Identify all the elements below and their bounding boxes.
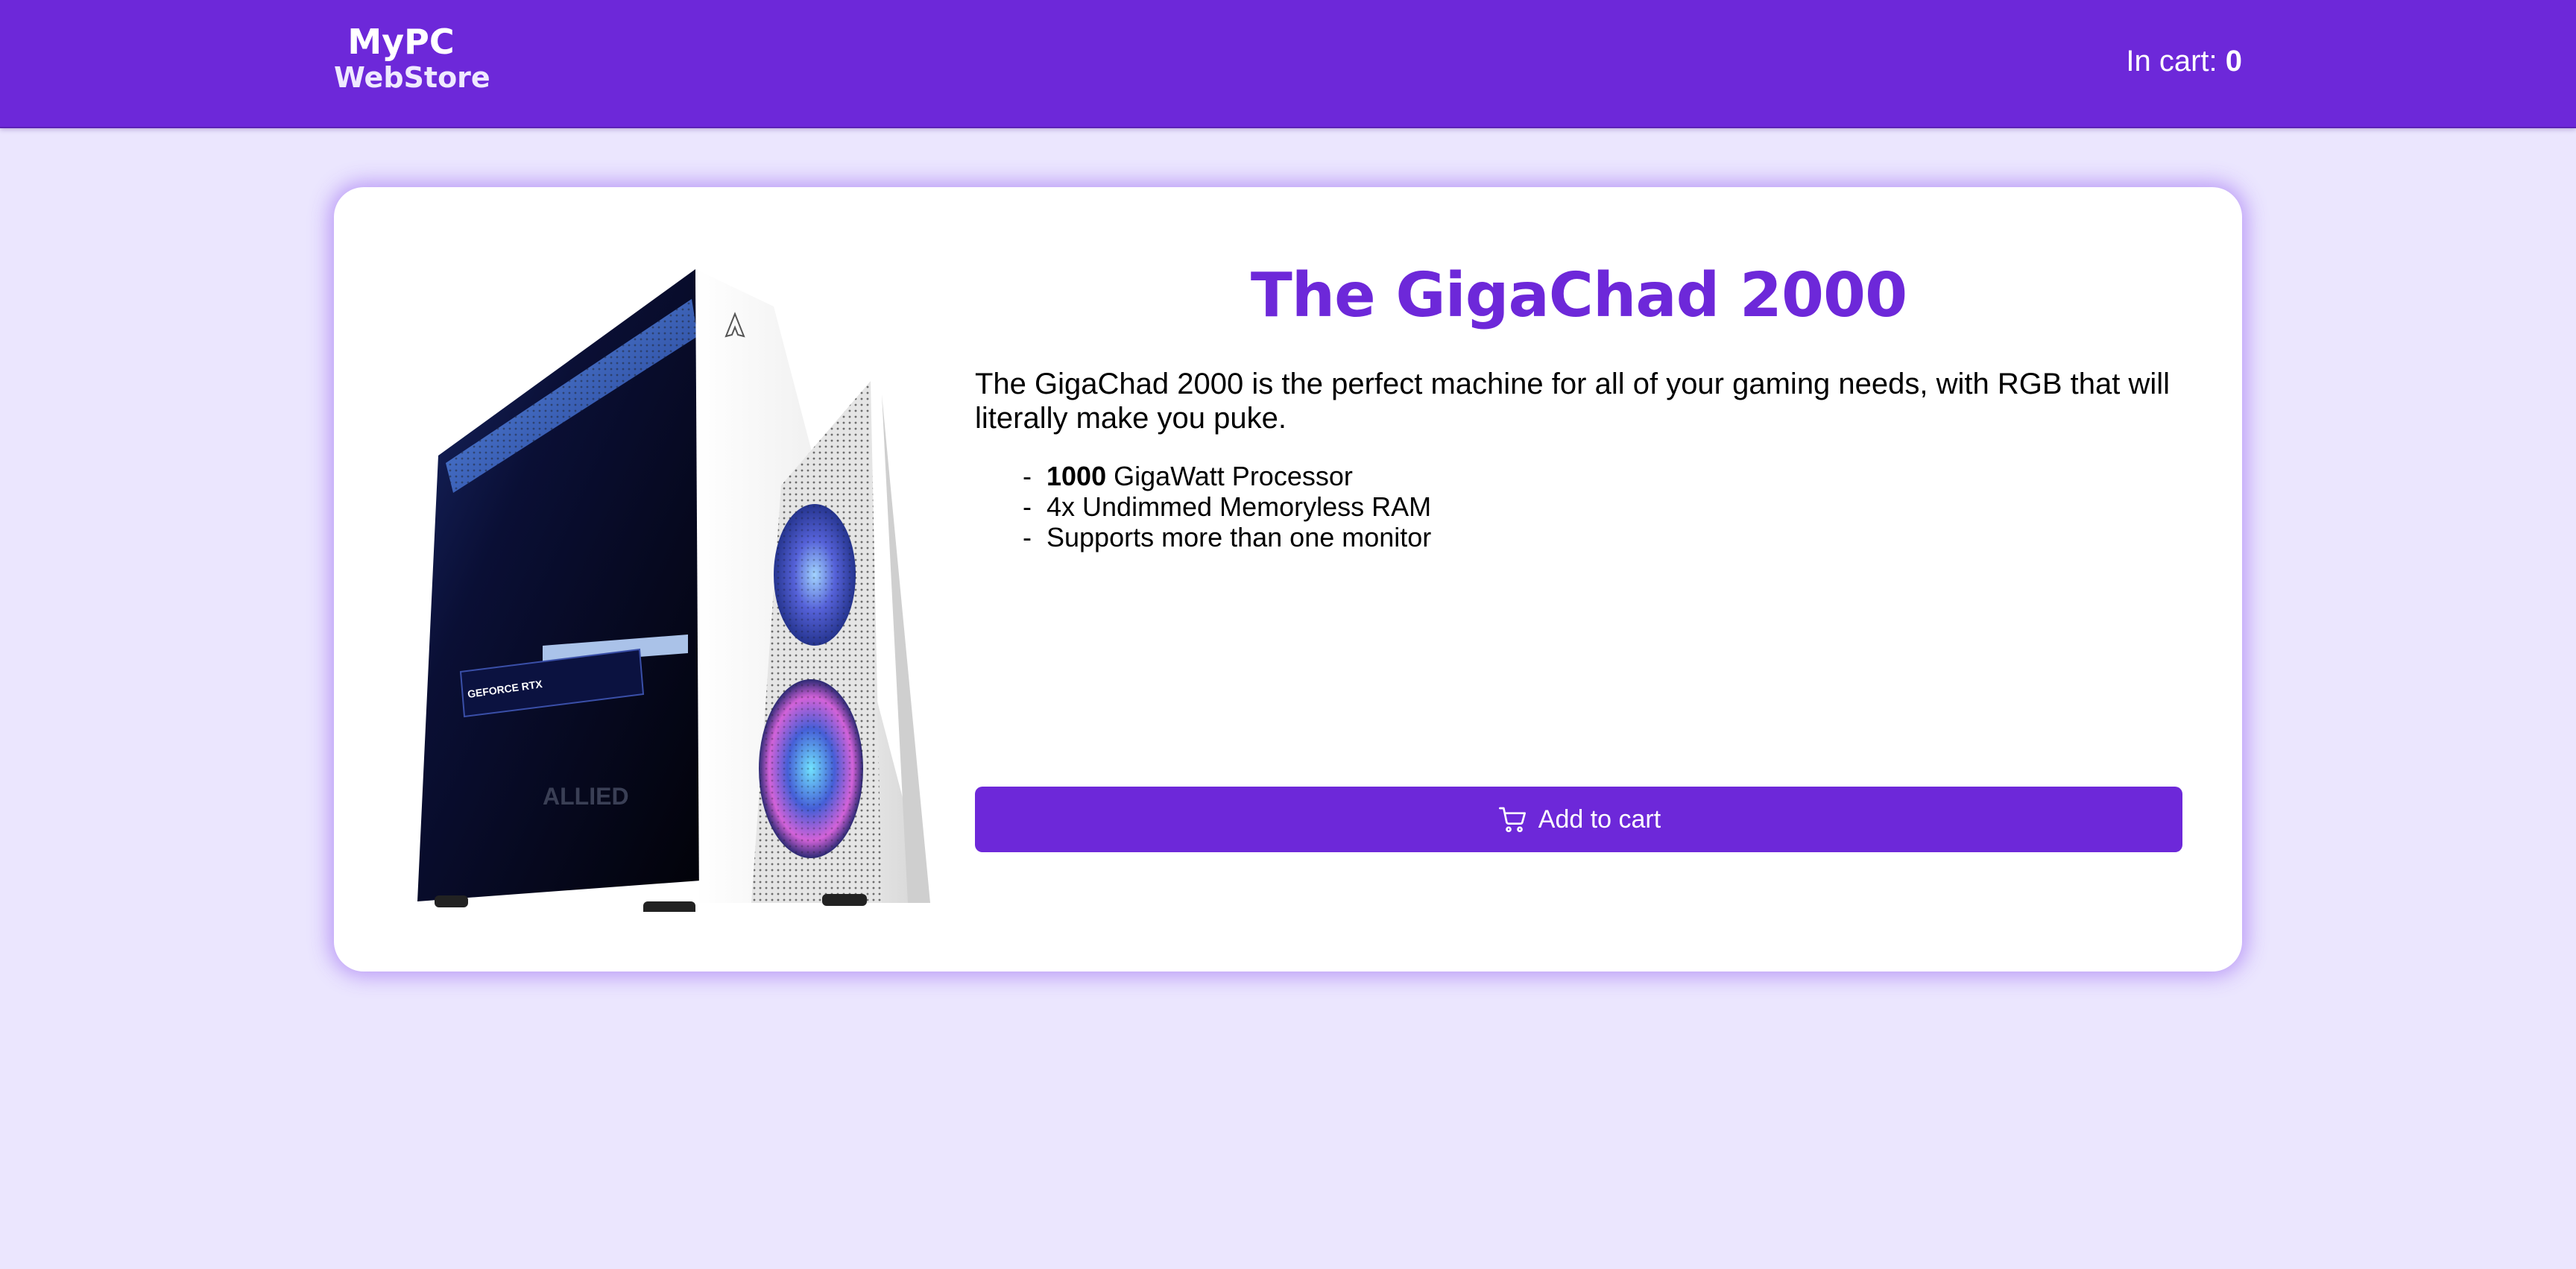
spec-list: 1000 GigaWatt Processor 4x Undimmed Memo… xyxy=(1023,461,2182,552)
spec-text: Supports more than one monitor xyxy=(1046,522,1432,552)
product-title: The GigaChad 2000 xyxy=(1250,260,1907,331)
brand-logo[interactable]: MyPC WebStore xyxy=(334,22,490,95)
spec-item: Supports more than one monitor xyxy=(1023,522,2182,552)
spec-highlight: 1000 xyxy=(1046,461,1107,491)
spec-text: GigaWatt Processor xyxy=(1106,461,1353,491)
add-to-cart-label: Add to cart xyxy=(1538,804,1661,834)
product-details: The GigaChad 2000 The GigaChad 2000 is t… xyxy=(975,247,2182,912)
spec-item: 4x Undimmed Memoryless RAM xyxy=(1023,491,2182,522)
cart-label: In cart: xyxy=(2126,45,2217,78)
cart-icon xyxy=(1497,804,1528,834)
product-card: GEFORCE RTX ALLIED The GigaChad 2000 The… xyxy=(334,187,2242,972)
brand-subtitle: WebStore xyxy=(334,60,490,94)
pc-case-image: GEFORCE RTX ALLIED xyxy=(417,269,930,916)
spec-item: 1000 GigaWatt Processor xyxy=(1023,461,2182,491)
add-to-cart-button[interactable]: Add to cart xyxy=(975,787,2182,852)
case-logo: ALLIED xyxy=(543,783,629,810)
brand-name: MyPC xyxy=(347,22,455,62)
cart-counter[interactable]: In cart: 0 xyxy=(2126,45,2242,78)
top-navbar: MyPC WebStore In cart: 0 xyxy=(0,0,2576,128)
spec-text: 4x Undimmed Memoryless RAM xyxy=(1046,491,1432,522)
product-description: The GigaChad 2000 is the perfect machine… xyxy=(975,368,2171,435)
product-image: GEFORCE RTX ALLIED xyxy=(394,247,930,916)
cart-count-value: 0 xyxy=(2225,45,2242,78)
